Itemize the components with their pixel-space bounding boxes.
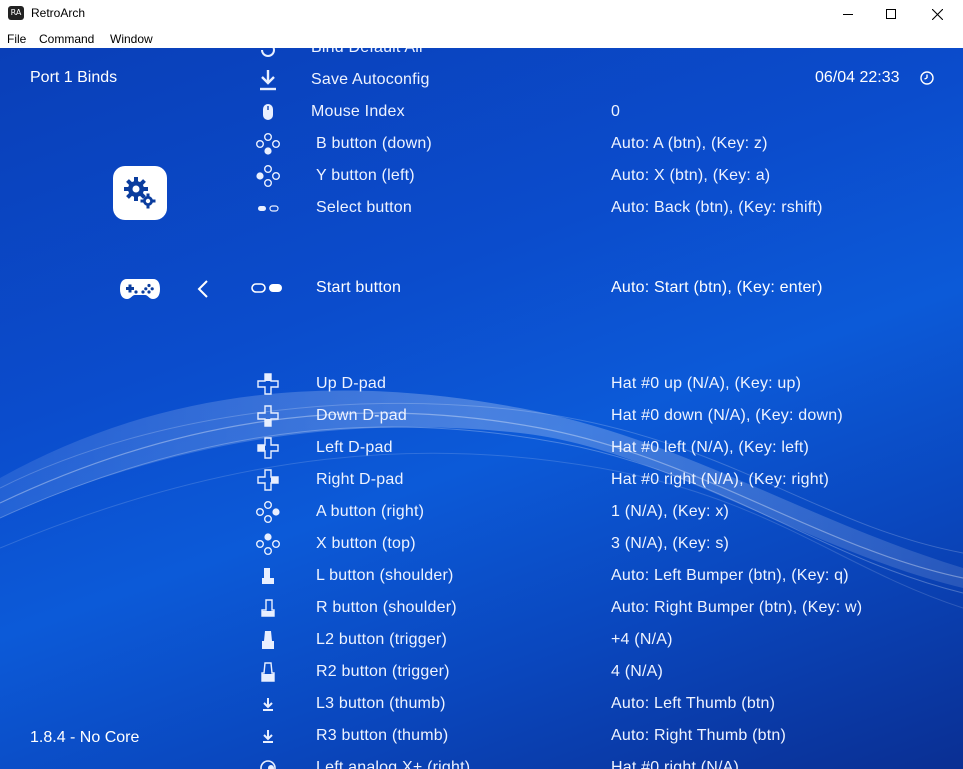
maximize-button[interactable] (868, 0, 914, 28)
list-item-value: Auto: Left Thumb (btn) (611, 695, 776, 712)
menu-window[interactable]: Window (110, 32, 153, 46)
settings-gears-icon (124, 177, 156, 209)
shoulder-left-icon (255, 564, 281, 588)
list-item-label: R3 button (thumb) (316, 727, 449, 744)
dpad-down-icon (255, 404, 281, 428)
list-item-value: Hat #0 right (N/A) (611, 759, 740, 769)
version-label: 1.8.4 - No Core (30, 729, 140, 746)
menu-bar: File Command Window (0, 28, 963, 48)
thumb-right-icon (255, 724, 281, 748)
dpad-right-icon (255, 468, 281, 492)
list-item-label: Left D-pad (316, 439, 393, 456)
clock-icon (920, 71, 934, 85)
list-item-label: Down D-pad (316, 407, 407, 424)
list-item-label: X button (top) (316, 535, 416, 552)
list-item-label: Select button (316, 199, 412, 216)
list-item-label: A button (right) (316, 503, 425, 520)
list-item-value: Auto: Right Bumper (btn), (Key: w) (611, 599, 863, 616)
download-icon (255, 68, 281, 92)
list-item-label: Start button (316, 279, 402, 296)
list-item-value: Hat #0 up (N/A), (Key: up) (611, 375, 802, 392)
title-bar[interactable]: RA RetroArch (0, 0, 963, 28)
list-item-label: L3 button (thumb) (316, 695, 446, 712)
menu-command[interactable]: Command (39, 32, 94, 46)
list-item-label: Y button (left) (316, 167, 415, 184)
mouse-icon (255, 100, 281, 124)
list-item-value: +4 (N/A) (611, 631, 673, 648)
analog-left-icon (255, 756, 281, 769)
list-item-value: Hat #0 down (N/A), (Key: down) (611, 407, 843, 424)
gamepad-icon[interactable] (119, 277, 161, 301)
clock-datetime: 06/04 22:33 (815, 69, 900, 86)
list-item-value: Auto: Left Bumper (btn), (Key: q) (611, 567, 849, 584)
list-item-value: 4 (N/A) (611, 663, 664, 680)
list-item-value: Auto: Start (btn), (Key: enter) (611, 279, 823, 296)
close-button[interactable] (914, 0, 960, 28)
close-icon (931, 8, 943, 20)
trigger-left-icon (255, 628, 281, 652)
list-item-value: Hat #0 left (N/A), (Key: left) (611, 439, 810, 456)
page-title: Port 1 Binds (30, 69, 118, 86)
list-item-value: Auto: A (btn), (Key: z) (611, 135, 768, 152)
reset-icon (255, 48, 281, 62)
start-icon (250, 276, 286, 300)
face-buttons-down-icon (255, 132, 281, 156)
trigger-right-icon (255, 660, 281, 684)
list-item-value: Auto: X (btn), (Key: a) (611, 167, 771, 184)
minimize-icon (843, 14, 853, 15)
list-item-label: R2 button (trigger) (316, 663, 450, 680)
menu-file[interactable]: File (7, 32, 26, 46)
face-buttons-left-icon (255, 164, 281, 188)
list-item-label: L2 button (trigger) (316, 631, 447, 648)
list-item-value: Auto: Right Thumb (btn) (611, 727, 787, 744)
retroarch-app-icon: RA (8, 6, 24, 20)
chevron-left-icon[interactable] (196, 278, 210, 300)
maximize-icon (886, 9, 896, 19)
list-item-value: 1 (N/A), (Key: x) (611, 503, 730, 520)
list-item-label: B button (down) (316, 135, 432, 152)
retroarch-menu: Port 1 Binds 06/04 22:33 Save Autoconfig… (0, 48, 963, 769)
list-item-label: Right D-pad (316, 471, 404, 488)
dpad-left-icon (255, 436, 281, 460)
thumb-left-icon (255, 692, 281, 716)
list-item-label: L button (shoulder) (316, 567, 454, 584)
list-item-label: Save Autoconfig (311, 71, 430, 88)
shoulder-right-icon (255, 596, 281, 620)
settings-tab[interactable] (113, 166, 167, 220)
list-item-label: Bind Default All (311, 48, 423, 57)
select-icon (255, 196, 281, 220)
list-item-value: Auto: Back (btn), (Key: rshift) (611, 199, 823, 216)
list-item-label: Mouse Index (311, 103, 405, 120)
face-buttons-right-icon (255, 500, 281, 524)
list-item-value: 0 (611, 103, 621, 120)
minimize-button[interactable] (825, 0, 871, 28)
face-buttons-top-icon (255, 532, 281, 556)
list-item-value: 3 (N/A), (Key: s) (611, 535, 730, 552)
list-item-label: R button (shoulder) (316, 599, 457, 616)
list-item-label: Up D-pad (316, 375, 387, 392)
window-title: RetroArch (31, 6, 86, 20)
dpad-up-icon (255, 372, 281, 396)
list-item-label: Left analog X+ (right) (316, 759, 471, 769)
list-item-value: Hat #0 right (N/A), (Key: right) (611, 471, 830, 488)
